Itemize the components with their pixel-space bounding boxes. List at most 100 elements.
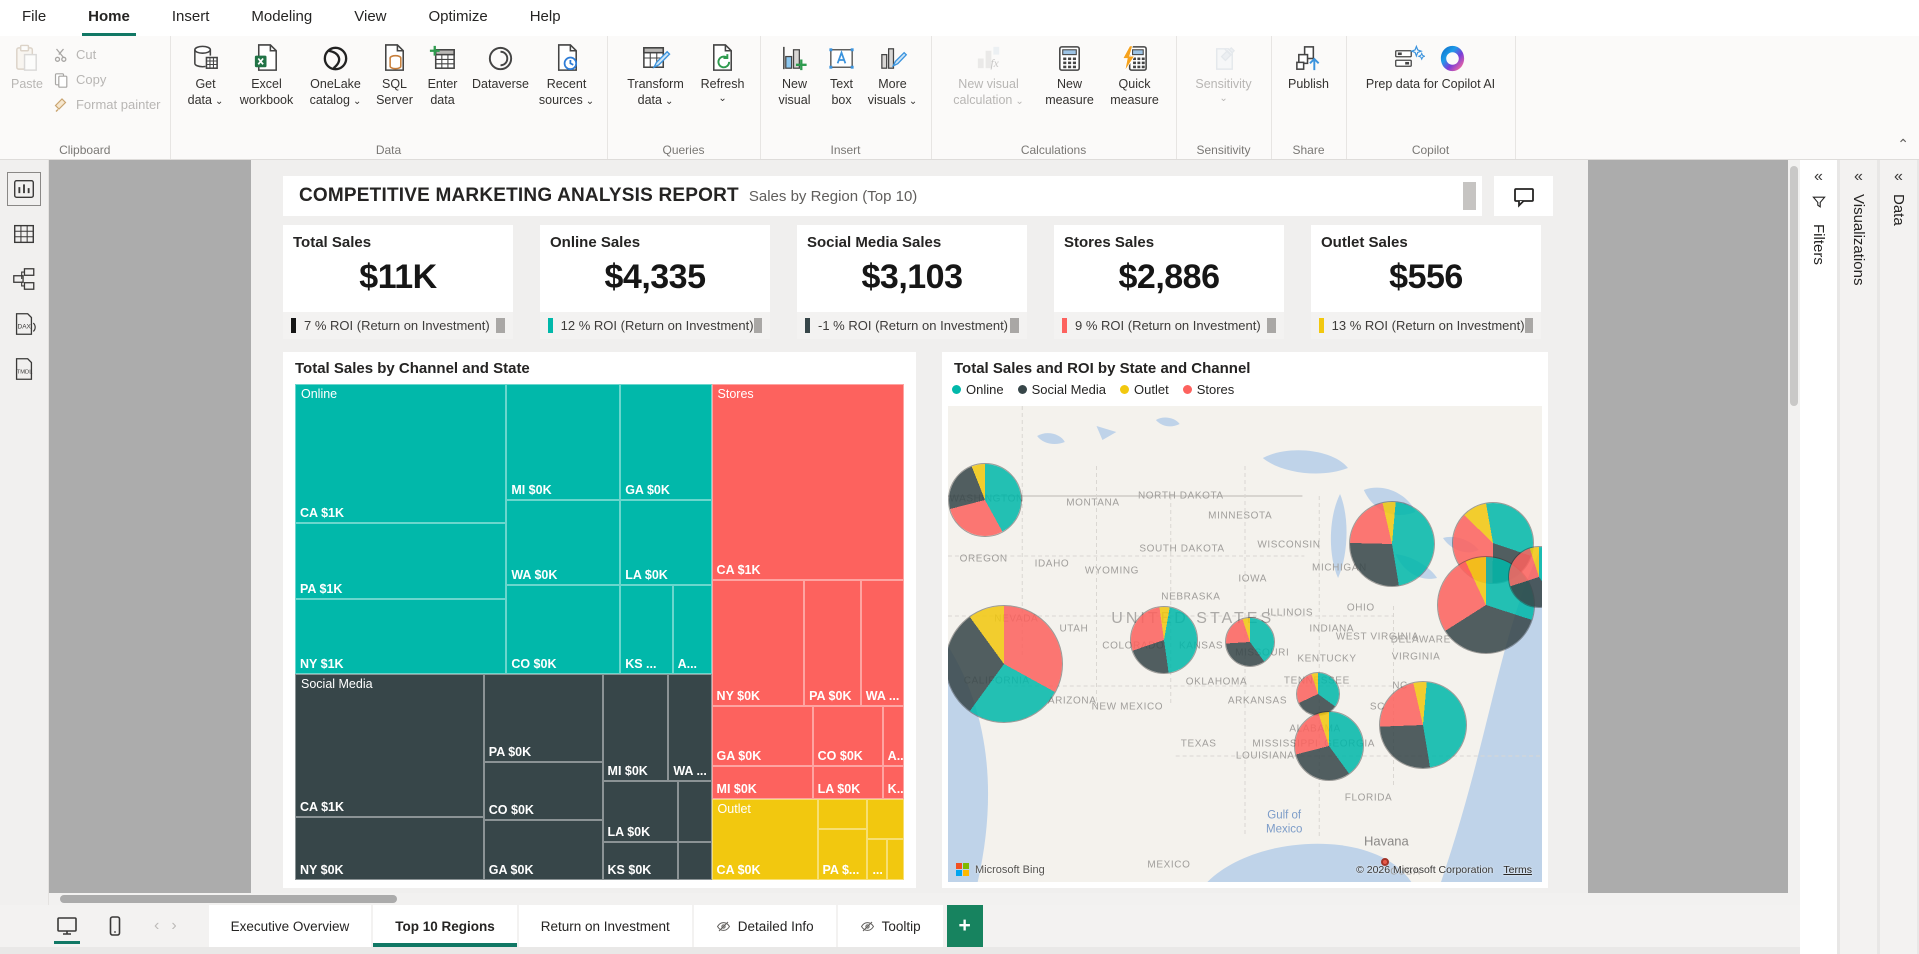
collapse-ribbon-icon[interactable]: ⌃ — [1897, 136, 1909, 153]
treemap-visual[interactable]: Total Sales by Channel and State CA $1KP… — [283, 352, 916, 888]
treemap-cell-social[interactable]: GA $0K — [484, 820, 603, 880]
treemap-cell-online[interactable]: CO $0K — [506, 585, 620, 674]
report-title-visual[interactable]: COMPETITIVE MARKETING ANALYSIS REPORT Sa… — [283, 176, 1482, 216]
sidebar-model-view[interactable] — [9, 264, 39, 294]
titlebar-scrollbar[interactable] — [1463, 182, 1476, 210]
treemap-cell-online[interactable]: KS ... — [620, 585, 672, 674]
treemap-cell-online[interactable]: PA $1K — [295, 523, 506, 599]
sidebar-table-view[interactable] — [9, 219, 39, 249]
tab-return-on-investment[interactable]: Return on Investment — [519, 905, 692, 947]
format-painter-button[interactable]: Format painter — [53, 92, 161, 117]
tab-detailed-info[interactable]: Detailed Info — [694, 905, 836, 947]
treemap-cell-stores[interactable]: PA $0K — [804, 580, 861, 706]
tab-top-10-regions[interactable]: Top 10 Regions — [373, 905, 517, 947]
vertical-scrollbar-thumb[interactable] — [1790, 166, 1798, 406]
map-pie[interactable] — [1131, 607, 1197, 673]
enter-data-button[interactable]: Enter data — [420, 40, 466, 111]
treemap-cell-outlet[interactable] — [867, 799, 904, 839]
treemap-cell-social[interactable] — [678, 842, 711, 880]
prep-data-for-copilot-ai-button[interactable]: Prep data for Copilot AI — [1356, 40, 1506, 96]
treemap-cell-online[interactable]: NY $1K — [295, 599, 506, 674]
transform-data-button[interactable]: Transform data⌄ — [617, 40, 695, 111]
onelake-catalog-button[interactable]: OneLake catalog⌄ — [302, 40, 370, 111]
sensitivity-button[interactable]: Sensitivity⌄ — [1186, 40, 1262, 107]
kpi-card-total-sales[interactable]: Total Sales$11K7 % ROI (Return on Invest… — [283, 225, 513, 339]
tab-executive-overview[interactable]: Executive Overview — [209, 905, 372, 947]
treemap-cell-stores[interactable]: MI $0K — [712, 766, 813, 799]
menu-insert[interactable]: Insert — [166, 0, 216, 36]
treemap-cell-online[interactable]: WA $0K — [506, 500, 620, 585]
expand-panel-icon[interactable]: « — [1854, 169, 1863, 185]
visualizations-panel[interactable]: « Visualizations — [1840, 160, 1877, 954]
publish-button[interactable]: Publish — [1281, 40, 1337, 96]
treemap-cell-social[interactable]: NY $0K — [295, 817, 484, 880]
menu-home[interactable]: Home — [82, 0, 136, 36]
excel-workbook-button[interactable]: Excel workbook — [232, 40, 302, 111]
menu-view[interactable]: View — [348, 0, 392, 36]
treemap-cell-online[interactable]: GA $0K — [620, 384, 711, 500]
treemap-cell-stores[interactable]: LA $0K — [813, 766, 883, 799]
treemap-cell-outlet[interactable]: PA $... — [818, 829, 868, 880]
treemap-cell-outlet[interactable] — [887, 839, 904, 880]
map-visual[interactable]: Total Sales and ROI by State and Channel… — [942, 352, 1548, 888]
mobile-layout-button[interactable] — [98, 909, 132, 943]
recent-sources-button[interactable]: Recent sources⌄ — [536, 40, 598, 111]
treemap-cell-stores[interactable]: CO $0K — [813, 706, 883, 767]
expand-panel-icon[interactable]: « — [1894, 169, 1903, 185]
treemap-cell-social[interactable]: KS $0K — [603, 842, 679, 880]
map-pie[interactable] — [1226, 618, 1274, 666]
kpi-card-stores-sales[interactable]: Stores Sales$2,8869 % ROI (Return on Inv… — [1054, 225, 1284, 339]
treemap-cell-stores[interactable]: A... — [883, 706, 904, 767]
map-pie[interactable] — [1380, 682, 1466, 768]
sql-server-button[interactable]: SQL Server — [370, 40, 420, 111]
kpi-card-outlet-sales[interactable]: Outlet Sales$55613 % ROI (Return on Inve… — [1311, 225, 1541, 339]
expand-panel-icon[interactable]: « — [1814, 169, 1823, 185]
treemap-cell-stores[interactable]: WA ... — [861, 580, 904, 706]
refresh-button[interactable]: Refresh⌄ — [695, 40, 751, 107]
kpi-scroll-stub[interactable] — [1267, 318, 1276, 333]
new-page-button[interactable]: + — [947, 905, 983, 947]
kpi-scroll-stub[interactable] — [1010, 318, 1019, 333]
copy-button[interactable]: Copy — [53, 67, 161, 92]
text-box-button[interactable]: Text box — [820, 40, 864, 111]
new-visual-calculation-button[interactable]: fxNew visual calculation⌄ — [941, 40, 1037, 111]
comment-visual[interactable] — [1494, 176, 1553, 216]
kpi-scroll-stub[interactable] — [754, 318, 762, 333]
cut-button[interactable]: Cut — [53, 42, 161, 67]
kpi-card-social-media-sales[interactable]: Social Media Sales$3,103-1 % ROI (Return… — [797, 225, 1027, 339]
treemap-cell-outlet[interactable] — [818, 799, 868, 829]
treemap-cell-stores[interactable]: CA $1K — [712, 384, 904, 580]
prev-page-arrow[interactable]: ‹ — [148, 917, 165, 935]
treemap-cell-stores[interactable]: NY $0K — [712, 580, 805, 706]
menu-optimize[interactable]: Optimize — [423, 0, 494, 36]
paste-button[interactable]: Paste — [9, 40, 45, 96]
map-pie[interactable] — [1350, 502, 1434, 586]
map-pie[interactable] — [1295, 712, 1363, 780]
map-pie[interactable] — [948, 606, 1062, 722]
dataverse-button[interactable]: Dataverse — [466, 40, 536, 96]
terms-link[interactable]: Terms — [1503, 864, 1532, 876]
tab-tooltip[interactable]: Tooltip — [838, 905, 943, 947]
new-visual-button[interactable]: New visual — [770, 40, 820, 111]
treemap-cell-stores[interactable]: K... — [883, 766, 904, 799]
map-canvas[interactable]: Microsoft Bing © 2026 Microsoft Corporat… — [948, 406, 1542, 882]
treemap-cell-stores[interactable]: GA $0K — [712, 706, 813, 767]
menu-modeling[interactable]: Modeling — [245, 0, 318, 36]
kpi-card-online-sales[interactable]: Online Sales$4,33512 % ROI (Return on In… — [540, 225, 770, 339]
get-data-button[interactable]: Get data⌄ — [180, 40, 232, 111]
menu-file[interactable]: File — [16, 0, 52, 36]
data-panel[interactable]: « Data — [1880, 160, 1917, 954]
treemap-cell-outlet[interactable]: ... — [867, 839, 886, 880]
sidebar-report-view[interactable] — [9, 174, 39, 204]
treemap-cell-social[interactable]: CA $1K — [295, 674, 484, 817]
treemap-cell-social[interactable]: MI $0K — [603, 674, 669, 781]
map-pie[interactable] — [1297, 673, 1339, 715]
horizontal-scrollbar-thumb[interactable] — [60, 895, 397, 903]
sidebar-dax-query-view[interactable]: DAX — [9, 309, 39, 339]
treemap-cell-social[interactable]: PA $0K — [484, 674, 603, 762]
map-pie[interactable] — [949, 464, 1021, 536]
next-page-arrow[interactable]: › — [165, 917, 182, 935]
treemap-cell-social[interactable]: WA ... — [668, 674, 711, 781]
menu-help[interactable]: Help — [524, 0, 567, 36]
kpi-scroll-stub[interactable] — [496, 318, 505, 333]
